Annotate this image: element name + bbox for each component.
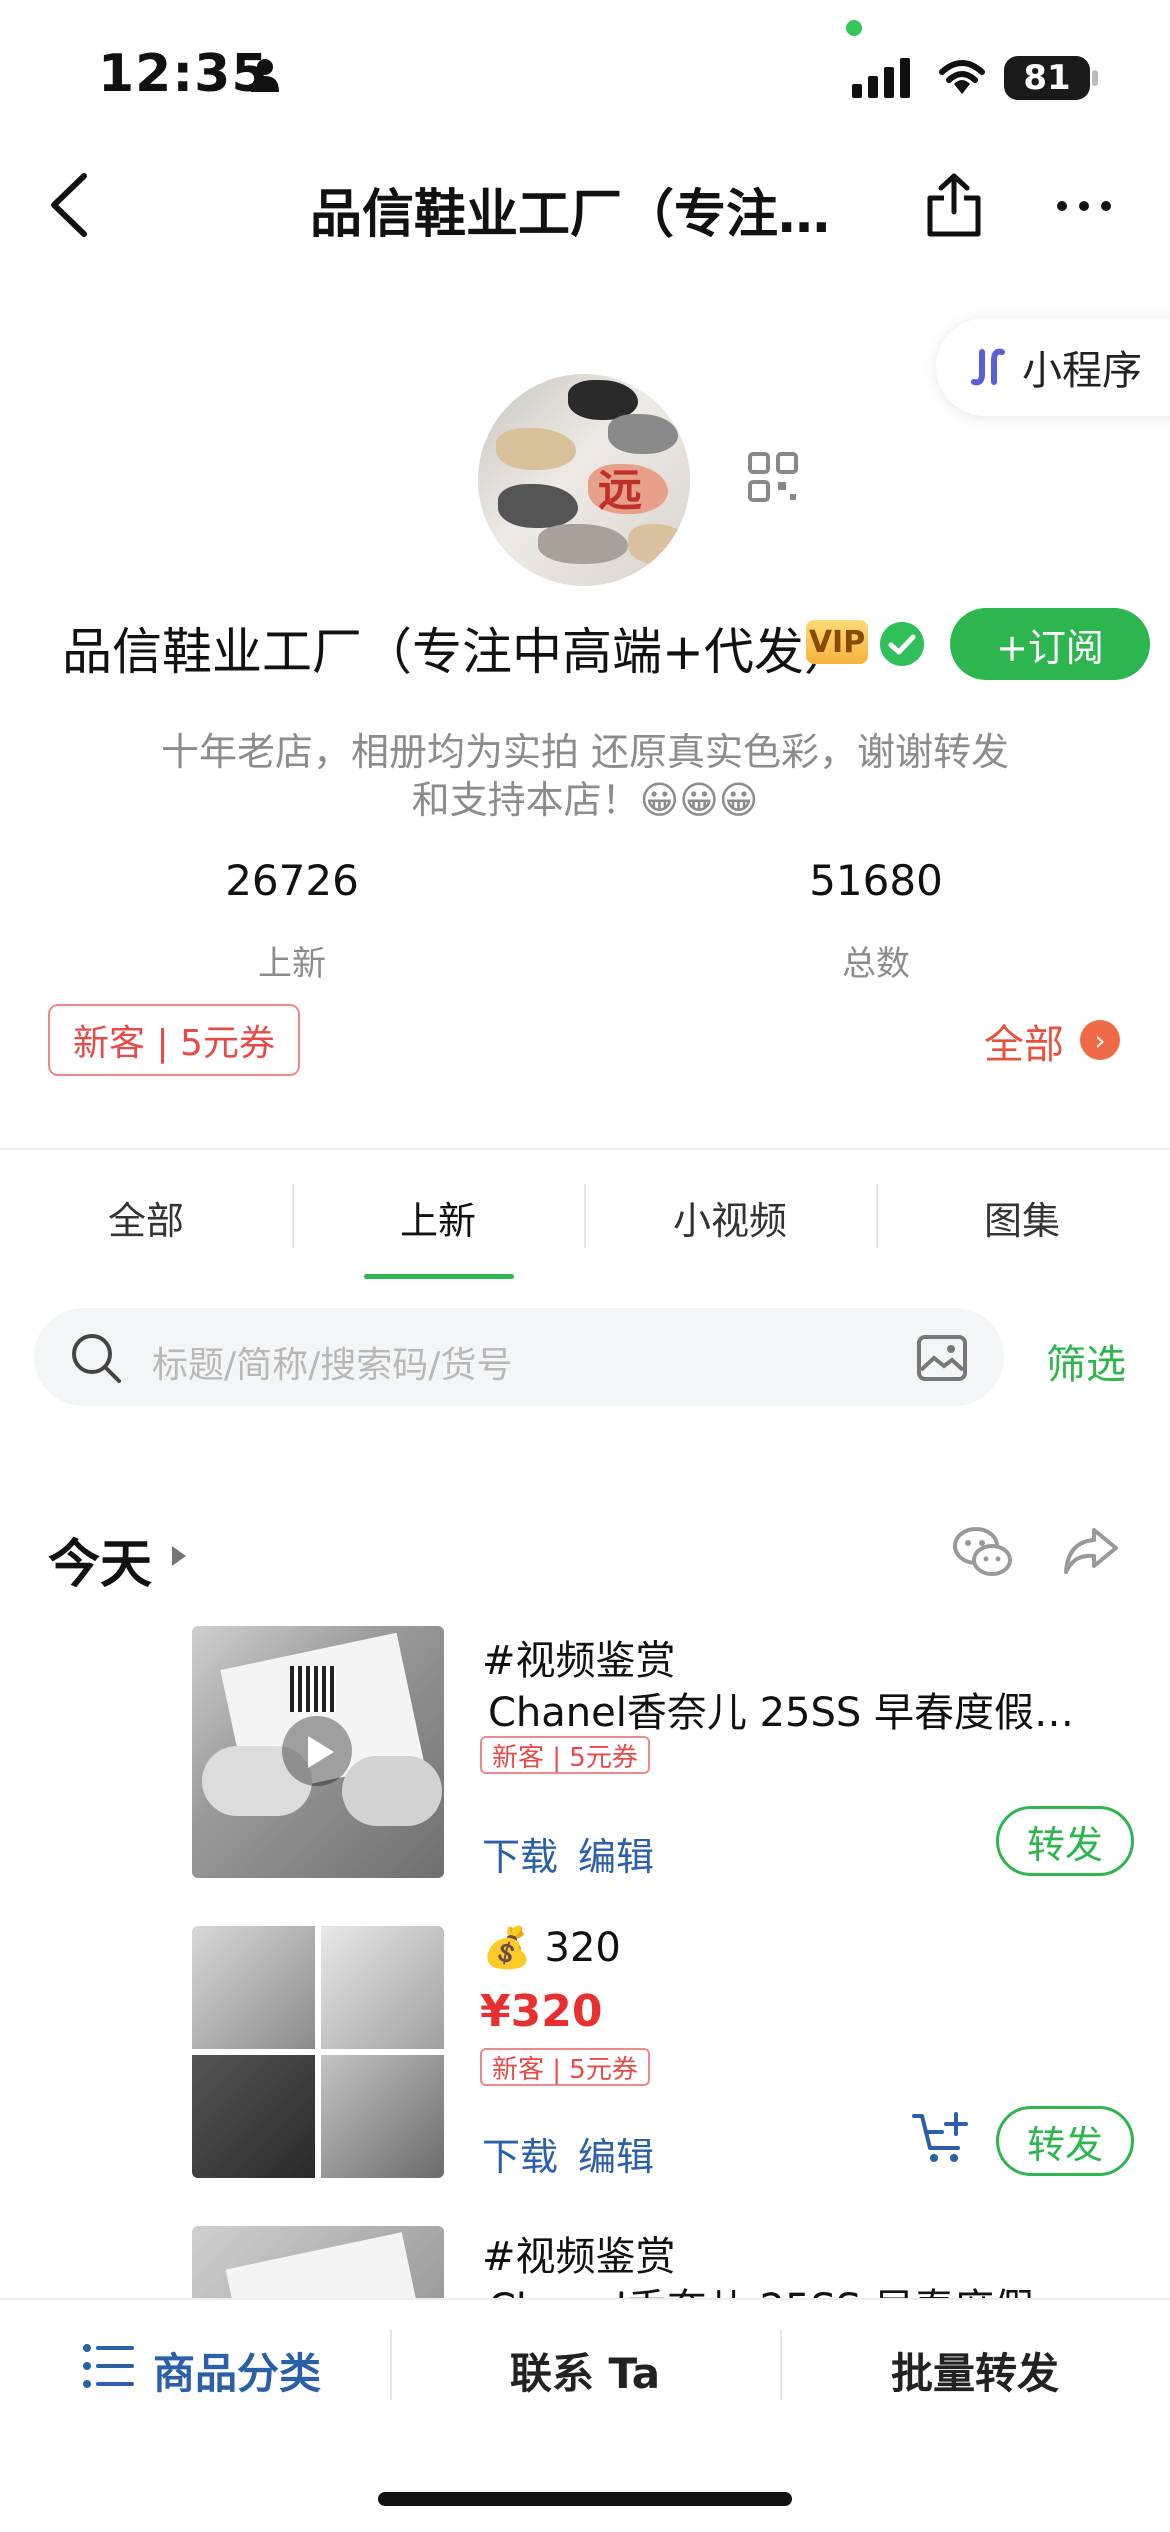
- caret-right-icon: [172, 1546, 186, 1566]
- item-subtitle: Chanel香奈儿 25SS 早春度假…: [488, 1690, 1074, 1736]
- search-placeholder: 标题/简称/搜索码/货号: [152, 1345, 513, 1386]
- item-title: #视频鉴赏: [482, 2234, 676, 2280]
- category-button[interactable]: 商品分类: [42, 2340, 432, 2401]
- edit-link[interactable]: 编辑: [578, 2126, 654, 2181]
- forward-icon[interactable]: [1062, 1526, 1120, 1576]
- add-to-cart-icon[interactable]: [912, 2110, 970, 2166]
- privacy-indicator: [846, 20, 862, 36]
- tab-videos[interactable]: 小视频: [584, 1190, 876, 1245]
- edit-link[interactable]: 编辑: [578, 1826, 654, 1881]
- download-link[interactable]: 下载: [482, 2126, 558, 2181]
- batch-forward-button[interactable]: 批量转发: [780, 2340, 1170, 2401]
- wifi-icon: [939, 60, 985, 94]
- contact-button[interactable]: 联系 Ta: [390, 2340, 780, 2401]
- signal-icon: [852, 58, 910, 98]
- search-icon: [72, 1334, 121, 1383]
- forward-button[interactable]: 转发: [996, 2106, 1134, 2176]
- all-coupons-link[interactable]: 全部: [984, 1012, 1064, 1070]
- item-subtitle: Chanel香奈儿 25SS 早春度假…: [488, 2276, 1118, 2298]
- item-thumbnail-grid[interactable]: [192, 1926, 444, 2178]
- verified-icon: [880, 622, 924, 666]
- item-title: #视频鉴赏: [482, 1638, 676, 1684]
- wechat-icon[interactable]: [952, 1524, 1014, 1580]
- mini-program-button[interactable]: 小程序: [936, 318, 1170, 416]
- battery-indicator: 81: [1004, 56, 1090, 100]
- new-count[interactable]: 26726: [142, 856, 442, 905]
- item-price: ¥320: [480, 1986, 603, 2037]
- home-indicator: [378, 2492, 792, 2506]
- tab-albums[interactable]: 图集: [876, 1190, 1168, 1245]
- play-icon: [308, 1736, 334, 1768]
- battery-tip: [1092, 70, 1098, 86]
- item-coupon[interactable]: 新客 | 5元券: [480, 2048, 650, 2086]
- chevron-right-icon[interactable]: ›: [1080, 1020, 1120, 1060]
- date-section-title[interactable]: 今天: [48, 1522, 152, 1597]
- total-count-label: 总数: [842, 944, 910, 984]
- shop-avatar[interactable]: 远: [478, 374, 690, 586]
- mini-program-label: 小程序: [1022, 348, 1142, 394]
- new-count-label: 上新: [258, 944, 326, 984]
- item-coupon[interactable]: 新客 | 5元券: [480, 1736, 650, 1774]
- tab-new[interactable]: 上新: [292, 1190, 584, 1245]
- share-icon[interactable]: [924, 172, 984, 238]
- more-icon[interactable]: [1054, 196, 1114, 216]
- download-link[interactable]: 下载: [482, 1826, 558, 1881]
- page-title: 品信鞋业工厂（专注…: [310, 185, 831, 245]
- vip-badge: VIP: [806, 620, 868, 664]
- image-search-icon[interactable]: [916, 1334, 968, 1382]
- back-icon[interactable]: [46, 172, 92, 238]
- filter-button[interactable]: 筛选: [1046, 1332, 1126, 1390]
- section-divider: [0, 1148, 1170, 1150]
- item-thumbnail[interactable]: [192, 2226, 444, 2306]
- shop-name: 品信鞋业工厂（专注中高端+代发）: [62, 623, 854, 681]
- person-icon: [251, 59, 279, 92]
- status-time: 12:35: [98, 44, 269, 104]
- new-customer-coupon[interactable]: 新客 | 5元券: [48, 1004, 300, 1076]
- item-thumbnail[interactable]: [192, 1626, 444, 1878]
- mini-program-icon: [971, 348, 1005, 386]
- shop-description: 十年老店，相册均为实拍 还原真实色彩，谢谢转发和支持本店！😀😀😀: [160, 730, 1010, 822]
- item-price-title: 💰 320: [482, 1925, 621, 1971]
- subscribe-button[interactable]: +订阅: [950, 608, 1150, 680]
- qr-code-icon[interactable]: [748, 452, 798, 502]
- total-count[interactable]: 51680: [726, 856, 1026, 905]
- active-tab-indicator: [364, 1274, 514, 1279]
- forward-button[interactable]: 转发: [996, 1806, 1134, 1876]
- tab-all[interactable]: 全部: [0, 1190, 292, 1245]
